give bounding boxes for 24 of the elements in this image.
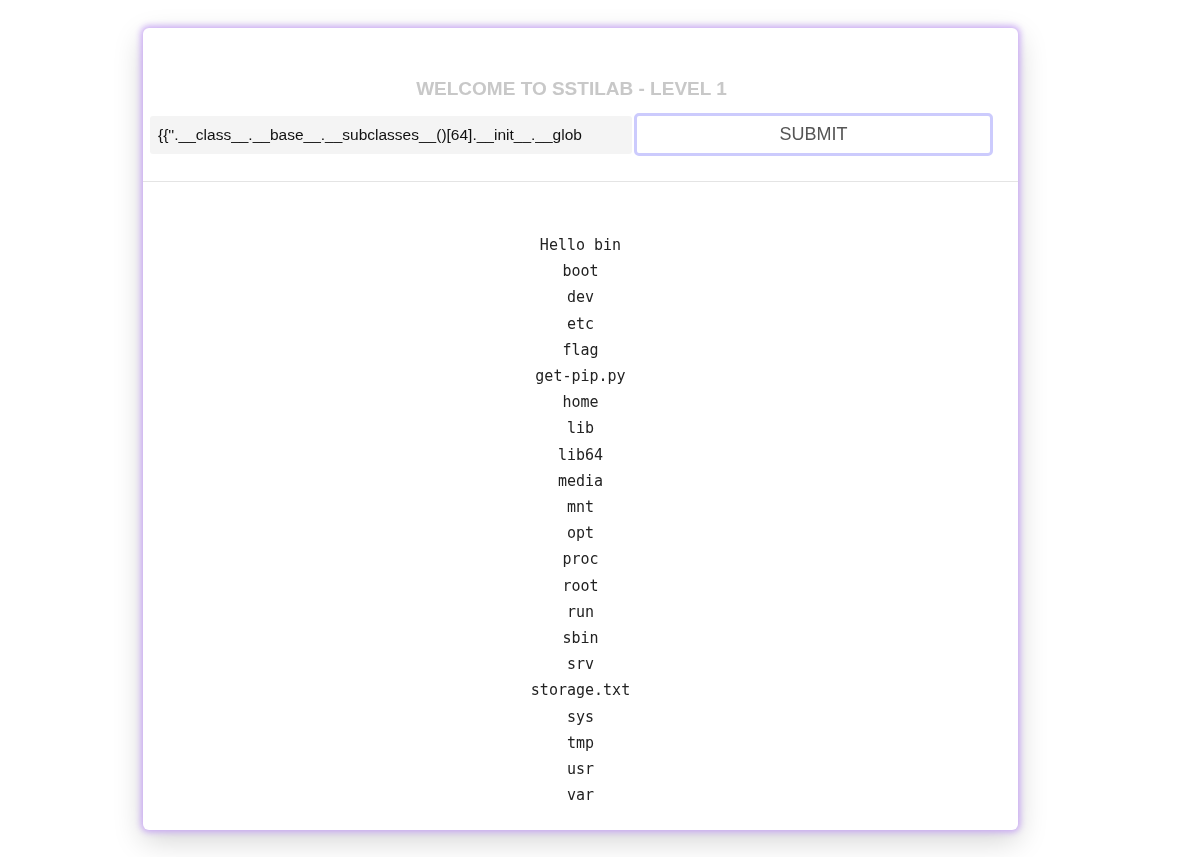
output-line: etc <box>566 313 595 335</box>
output-line: dev <box>566 287 595 309</box>
output-line: opt <box>566 523 595 545</box>
output-line: boot <box>562 261 599 283</box>
output-line: get-pip.py <box>535 366 626 387</box>
output-line: srv <box>566 654 595 676</box>
output-line: usr <box>566 759 595 781</box>
output-line: lib <box>566 418 595 440</box>
output-line: var <box>566 785 595 807</box>
output-line: run <box>566 601 595 623</box>
output-line: proc <box>562 549 599 571</box>
output-line: lib64 <box>557 444 604 466</box>
submit-button[interactable]: SUBMIT <box>634 113 993 156</box>
input-field[interactable]: {{''.__class__.__base__.__subclasses__()[64].__init__.__glob <box>150 116 632 154</box>
output-line: sbin <box>562 628 599 650</box>
output-line: home <box>562 392 599 414</box>
output-line: storage.txt <box>530 680 631 702</box>
output-line: Hello bin <box>539 235 622 256</box>
output-line: mnt <box>566 497 595 519</box>
output-line: flag <box>562 339 599 361</box>
output-line: root <box>562 575 599 597</box>
output-line: sys <box>566 706 595 728</box>
output-line: media <box>557 470 604 492</box>
output-line: tmp <box>566 732 595 754</box>
